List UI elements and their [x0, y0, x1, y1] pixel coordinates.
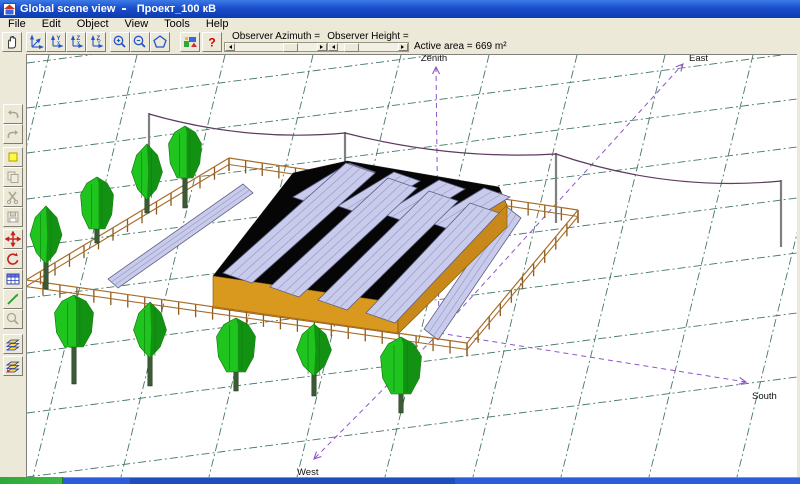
south-label: South [752, 391, 777, 402]
left-arrow-icon [330, 45, 335, 49]
object-table-button[interactable] [3, 269, 23, 289]
menu-edit[interactable]: Edit [34, 18, 69, 31]
zoom-select-icon [5, 311, 21, 327]
svg-text:?: ? [208, 36, 215, 50]
active-area-label: Active area = 669 m² [414, 41, 534, 52]
right-arrow-icon [401, 45, 406, 49]
svg-text:x: x [77, 41, 80, 47]
new-object-icon [5, 149, 21, 165]
shed-array-button[interactable] [3, 334, 23, 354]
svg-text:Y: Y [97, 41, 101, 47]
azimuth-slider-right-arrow[interactable] [317, 43, 327, 51]
view-3d-axes-icon [28, 34, 44, 50]
view-top-xy-icon: Y x [48, 34, 64, 50]
save-object-button[interactable] [3, 207, 23, 227]
right-arrow-icon [320, 45, 325, 49]
zoom-out-icon [132, 34, 148, 50]
app-icon [3, 3, 16, 16]
view-front-button[interactable]: Z x [66, 32, 86, 52]
redo-icon [5, 126, 21, 142]
east-label: East [689, 55, 708, 64]
left-arrow-icon [227, 45, 232, 49]
azimuth-slider-thumb[interactable] [283, 43, 298, 52]
rotate-object-button[interactable] [3, 249, 23, 269]
help-button[interactable]: ? [202, 32, 222, 52]
pan-button[interactable] [2, 32, 22, 52]
zenith-label: Zenith [421, 55, 447, 64]
observer-azimuth-slider[interactable] [224, 42, 328, 52]
object-tool-column [0, 54, 26, 477]
taskbar-app-button[interactable] [130, 478, 455, 484]
menu-tools[interactable]: Tools [156, 18, 198, 31]
global-scene-view-window: Global scene view - Проект_100 кВ File E… [0, 0, 800, 484]
move-object-button[interactable] [3, 229, 23, 249]
pan-hand-icon [4, 34, 20, 50]
menu-object[interactable]: Object [69, 18, 117, 31]
zoom-out-button[interactable] [130, 32, 150, 52]
shed-array-icon [5, 336, 21, 352]
title-bar: Global scene view - Проект_100 кВ [0, 0, 800, 18]
toolbar: Y x Z x Z Y [0, 31, 800, 54]
help-icon: ? [204, 34, 220, 50]
height-slider-right-arrow[interactable] [398, 43, 408, 51]
measure-icon [5, 291, 21, 307]
zoom-window-icon [152, 34, 168, 50]
menu-help[interactable]: Help [198, 18, 237, 31]
zoom-in-button[interactable] [110, 32, 130, 52]
menu-view[interactable]: View [117, 18, 157, 31]
window-title-app: Global scene view [20, 3, 115, 15]
measure-button[interactable] [3, 289, 23, 309]
scene-3d-canvas[interactable]: Zenith East South West [27, 55, 797, 478]
zoom-window-button[interactable] [150, 32, 170, 52]
object-table-icon [5, 271, 21, 287]
svg-text:x: x [57, 41, 60, 47]
window-title-separator: - [121, 0, 126, 18]
new-object-button[interactable] [3, 147, 23, 167]
height-slider-left-arrow[interactable] [328, 43, 338, 51]
delete-object-button[interactable] [3, 187, 23, 207]
rotate-object-icon [5, 251, 21, 267]
copy-object-button[interactable] [3, 167, 23, 187]
shed-array-shadow-icon [5, 358, 21, 374]
height-slider-thumb[interactable] [344, 43, 359, 52]
shed-array-shadow-button[interactable] [3, 356, 23, 376]
menu-bar: File Edit Object View Tools Help [0, 18, 800, 31]
view-top-button[interactable]: Y x [46, 32, 66, 52]
view-front-xz-icon: Z x [68, 34, 84, 50]
view-3d-axes-button[interactable] [26, 32, 46, 52]
redo-button[interactable] [3, 124, 23, 144]
save-object-icon [5, 209, 21, 225]
zoom-select-button[interactable] [3, 309, 23, 329]
observer-height-slider[interactable] [327, 42, 409, 52]
view-side-button[interactable]: Z Y [86, 32, 106, 52]
start-button[interactable] [0, 477, 63, 484]
scene-viewport[interactable]: Zenith East South West [26, 54, 797, 478]
taskbar [0, 477, 800, 484]
undo-icon [5, 106, 21, 122]
menu-file[interactable]: File [0, 18, 34, 31]
azimuth-slider-left-arrow[interactable] [225, 43, 235, 51]
window-title-document: Проект_100 кВ [137, 3, 216, 15]
delete-object-icon [5, 189, 21, 205]
zoom-in-icon [112, 34, 128, 50]
move-object-icon [5, 231, 21, 247]
view-side-zy-icon: Z Y [88, 34, 104, 50]
realistic-view-button[interactable] [180, 32, 200, 52]
undo-button[interactable] [3, 104, 23, 124]
copy-object-icon [5, 169, 21, 185]
realistic-view-icon [182, 34, 198, 50]
